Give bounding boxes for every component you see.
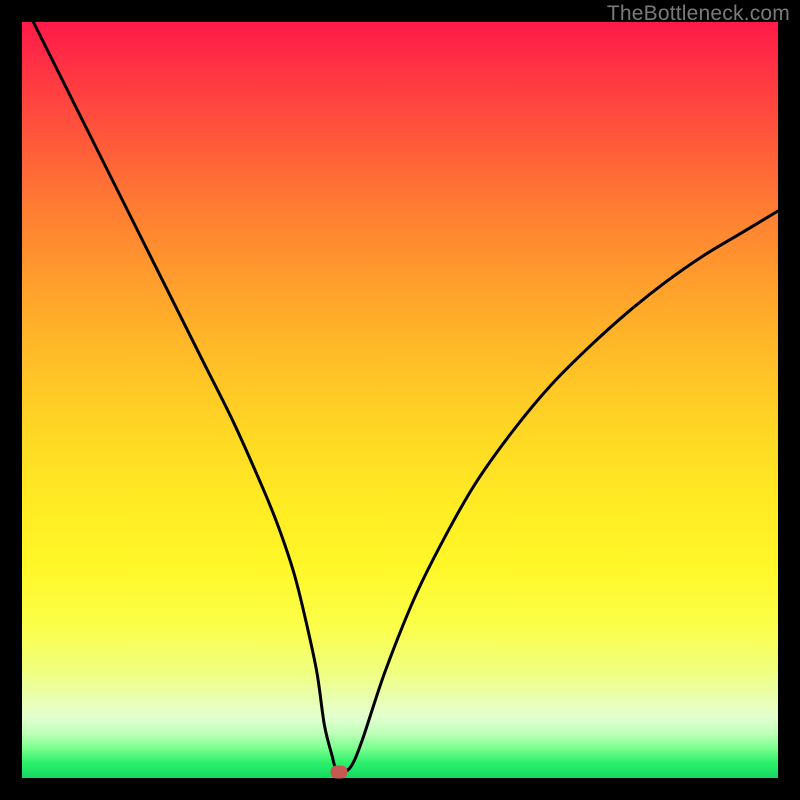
- optimum-marker: [330, 765, 347, 778]
- bottleneck-curve: [22, 22, 778, 778]
- chart-frame: TheBottleneck.com: [0, 0, 800, 800]
- plot-area: [22, 22, 778, 778]
